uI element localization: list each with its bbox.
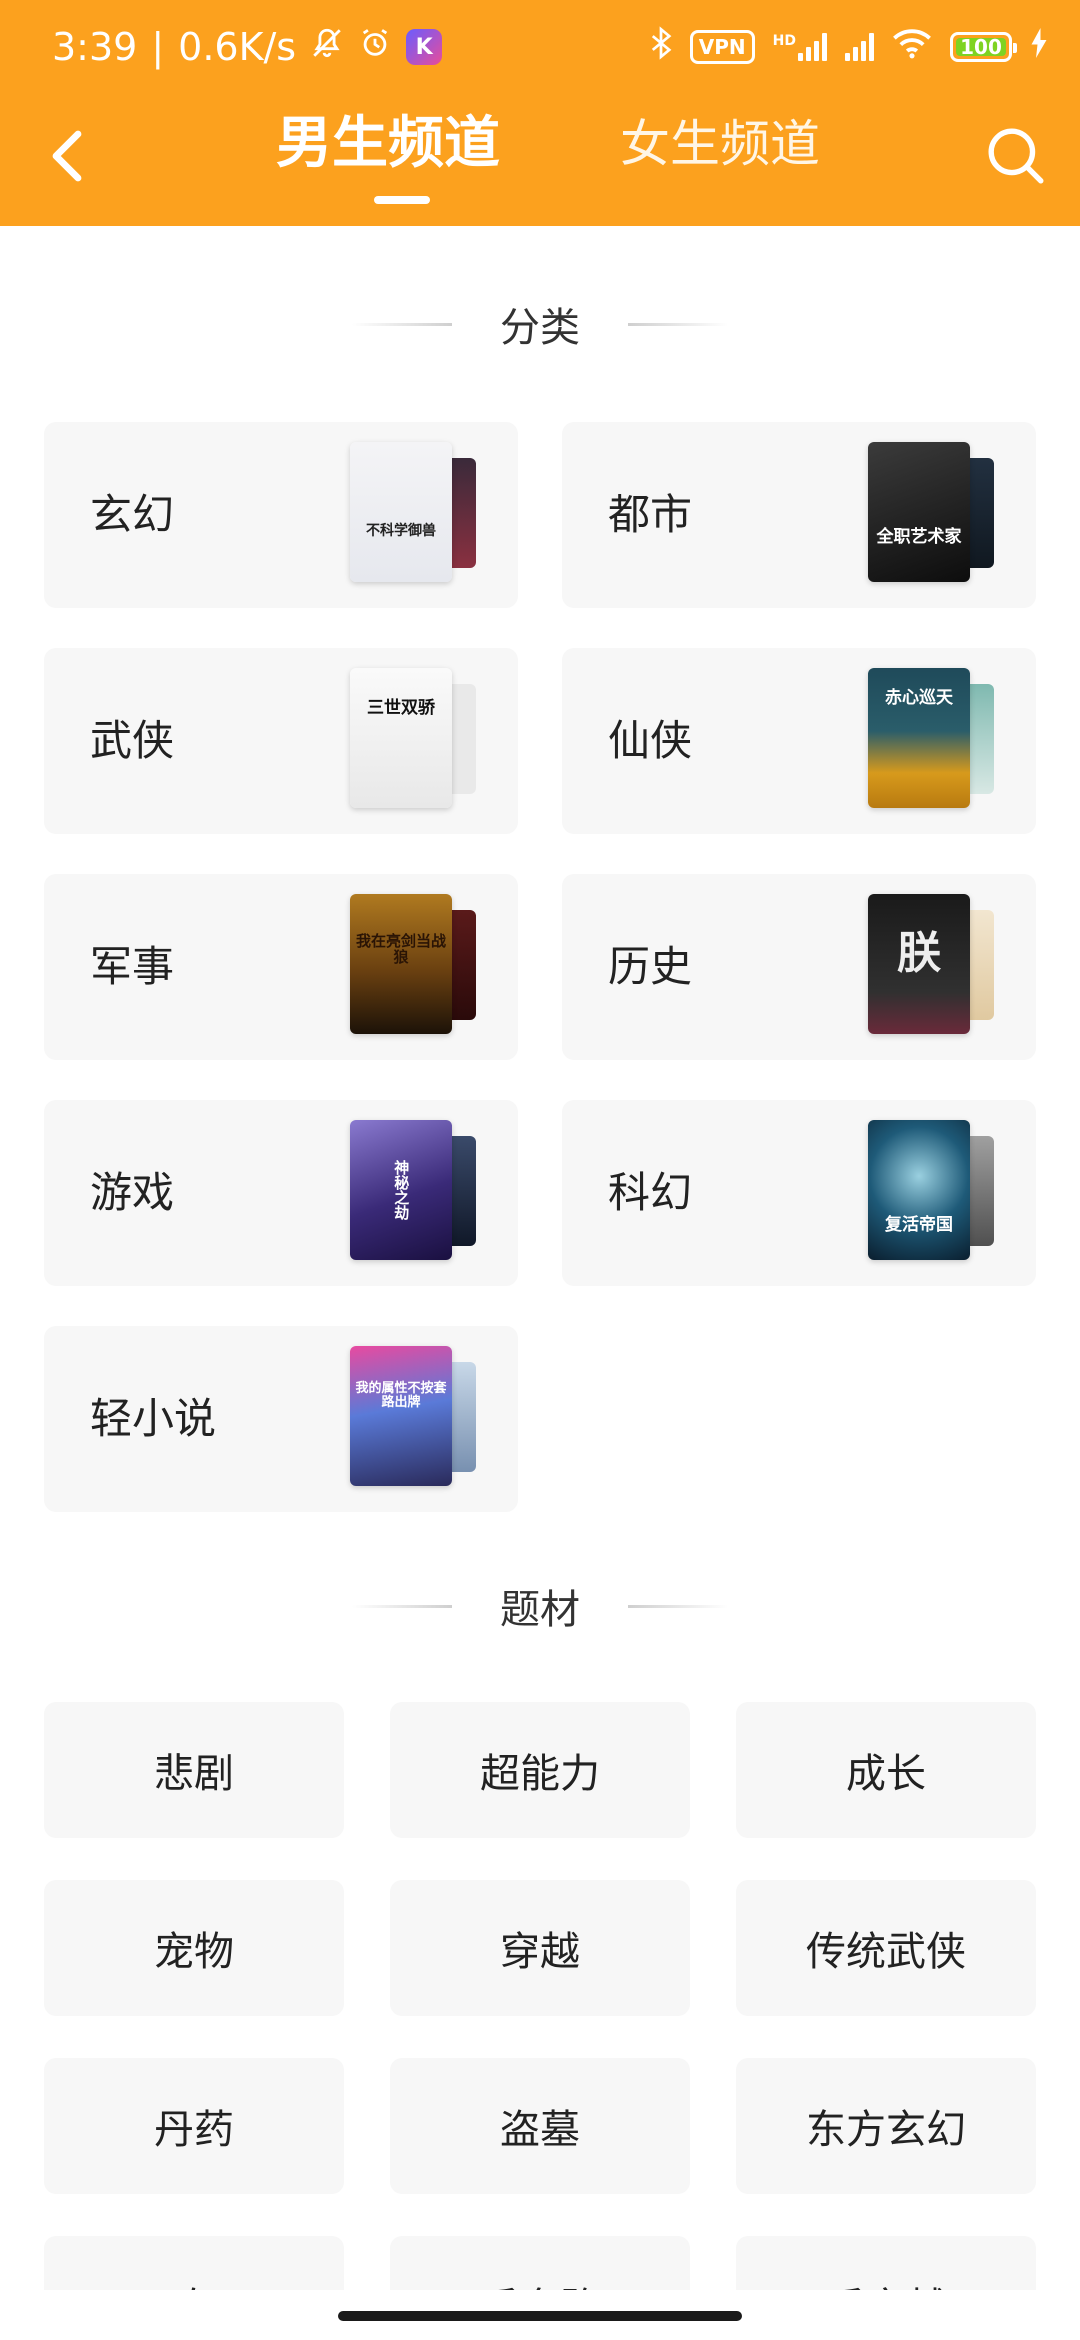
category-card-dushi[interactable]: 都市 全职艺术家 (562, 422, 1036, 608)
book-cover-title: 我的属性不按套路出牌 (355, 1380, 447, 1410)
theme-tag[interactable]: 二次元 (44, 2236, 344, 2294)
active-tab-indicator (374, 196, 430, 204)
mute-bell-icon (310, 25, 344, 69)
book-cover: 不科学御兽 (350, 442, 452, 582)
theme-tag[interactable]: 成长 (736, 1702, 1036, 1838)
book-cover-title: 朕 (897, 927, 941, 979)
category-label: 都市 (608, 490, 693, 539)
theme-heading: 题材 (500, 1587, 580, 1633)
category-heading: 分类 (500, 305, 580, 351)
theme-tag[interactable]: 反穿越 (736, 2236, 1036, 2294)
battery-level: 100 (960, 35, 1002, 59)
theme-tag[interactable]: 超能力 (390, 1702, 690, 1838)
book-cover-title: 赤心巡天 (885, 687, 953, 708)
category-label: 轻小说 (90, 1394, 217, 1443)
tab-male-channel[interactable]: 男生频道 (276, 104, 500, 184)
category-card-xuanhuan[interactable]: 玄幻 不科学御兽 (44, 422, 518, 608)
book-cover: 三世双骄 (350, 668, 452, 808)
category-card-youxi[interactable]: 游戏 神秘之劫 (44, 1100, 518, 1286)
app-notification-icon: K (406, 29, 443, 65)
category-label: 武侠 (90, 716, 175, 765)
vpn-badge: VPN (689, 30, 755, 64)
category-card-qingxiaoshuo[interactable]: 轻小说 我的属性不按套路出牌 (44, 1326, 518, 1512)
status-bar: 3:39 | 0.6K/s K VPN HD 100 (0, 0, 1080, 96)
status-separator: | (151, 25, 165, 69)
status-right: VPN HD 100 (650, 22, 1048, 72)
nav-bar: 男生频道 女生频道 (0, 96, 1080, 226)
bluetooth-icon (650, 26, 672, 68)
book-cover-title: 全职艺术家 (876, 526, 962, 547)
status-time: 3:39 (52, 25, 138, 69)
book-cover: 全职艺术家 (868, 442, 970, 582)
category-label: 军事 (90, 942, 175, 991)
signal-icon (845, 33, 874, 61)
theme-tag[interactable]: 东方玄幻 (736, 2058, 1036, 2194)
chevron-left-icon (52, 130, 82, 182)
alarm-clock-icon (358, 25, 392, 69)
book-cover: 神秘之劫 (350, 1120, 452, 1260)
status-left: 3:39 | 0.6K/s K (52, 22, 443, 72)
category-card-xianxia[interactable]: 仙侠 赤心巡天 (562, 648, 1036, 834)
search-icon (988, 128, 1044, 184)
theme-tag[interactable]: 反套路 (390, 2236, 690, 2294)
signal-hd-icon: HD (773, 33, 827, 61)
book-cover-title: 三世双骄 (367, 697, 435, 718)
hd-label: HD (772, 33, 796, 49)
category-label: 游戏 (90, 1168, 175, 1217)
category-label: 玄幻 (90, 490, 175, 539)
category-card-kehuan[interactable]: 科幻 复活帝国 (562, 1100, 1036, 1286)
theme-grid: 悲剧 超能力 成长 宠物 穿越 传统武侠 丹药 盗墓 东方玄幻 二次元 反套路 … (44, 1702, 1036, 2294)
theme-section-title: 题材 (0, 1576, 1080, 1636)
theme-tag[interactable]: 宠物 (44, 1880, 344, 2016)
category-label: 历史 (608, 942, 693, 991)
category-grid: 玄幻 不科学御兽 都市 全职艺术家 武侠 三世双骄 仙侠 赤心巡天 军事 我在亮… (44, 422, 1036, 1512)
book-cover-title: 复活帝国 (885, 1214, 953, 1235)
book-cover-title: 神秘之劫 (392, 1160, 411, 1220)
category-label: 科幻 (608, 1168, 693, 1217)
status-net-speed: 0.6K/s (178, 25, 297, 69)
book-cover-title: 我在亮剑当战狼 (355, 931, 446, 966)
book-cover: 我在亮剑当战狼 (350, 894, 452, 1034)
search-button[interactable] (976, 116, 1056, 196)
category-label: 仙侠 (608, 716, 693, 765)
book-cover: 我的属性不按套路出牌 (350, 1346, 452, 1486)
battery-icon: 100 (950, 32, 1017, 62)
category-card-lishi[interactable]: 历史 朕 (562, 874, 1036, 1060)
book-cover: 复活帝国 (868, 1120, 970, 1260)
theme-tag[interactable]: 悲剧 (44, 1702, 344, 1838)
theme-tag[interactable]: 盗墓 (390, 2058, 690, 2194)
tab-female-channel[interactable]: 女生频道 (620, 104, 820, 184)
book-cover: 朕 (868, 894, 970, 1034)
charging-icon (1030, 28, 1048, 66)
book-cover: 赤心巡天 (868, 668, 970, 808)
theme-tag[interactable]: 传统武侠 (736, 1880, 1036, 2016)
back-button[interactable] (36, 116, 96, 196)
theme-tag[interactable]: 穿越 (390, 1880, 690, 2016)
book-cover-title: 不科学御兽 (366, 523, 436, 540)
category-section-title: 分类 (0, 294, 1080, 354)
home-indicator[interactable] (338, 2311, 742, 2321)
category-card-wuxia[interactable]: 武侠 三世双骄 (44, 648, 518, 834)
wifi-icon (892, 27, 932, 67)
category-card-junshi[interactable]: 军事 我在亮剑当战狼 (44, 874, 518, 1060)
app-header: 3:39 | 0.6K/s K VPN HD 100 男生频道 女生频道 (0, 0, 1080, 226)
theme-tag[interactable]: 丹药 (44, 2058, 344, 2194)
